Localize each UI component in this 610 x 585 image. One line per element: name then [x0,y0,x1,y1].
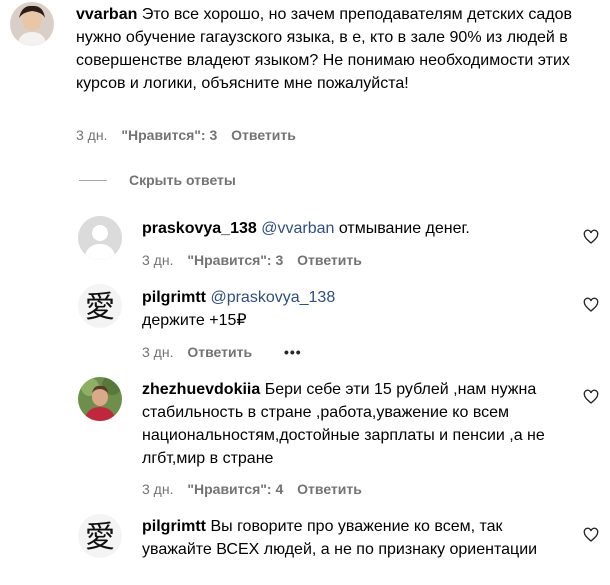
divider [79,179,107,181]
reply-button[interactable]: Ответить [297,481,362,497]
hide-replies-label: Скрыть ответы [129,172,236,188]
comment-meta: 3 дн. "Нравится": 3 Ответить [142,252,372,268]
likes-count[interactable]: "Нравится": 4 [187,481,283,497]
comment-meta: 3 дн. "Нравится": 4 Ответить [142,481,372,497]
more-options-icon[interactable]: ••• [284,344,302,360]
reply-button[interactable]: Ответить [187,344,252,360]
mention-link[interactable]: @praskovya_138 [210,289,335,306]
comment-meta: 3 дн. Ответить ••• [142,344,312,360]
hide-replies-button[interactable]: Скрыть ответы [79,172,236,188]
likes-count[interactable]: "Нравится": 3 [121,127,217,143]
likes-count[interactable]: "Нравится": 3 [187,252,283,268]
comment-text: Это все хорошо, но зачем преподавателям … [76,6,572,92]
timestamp[interactable]: 3 дн. [142,481,173,497]
comment-body: pilgrimtt Вы говорите про уважение ко вс… [142,515,572,561]
username[interactable]: pilgrimtt [142,289,206,306]
comment-body: praskovya_138 @vvarban отмывание денег. [142,217,572,240]
username[interactable]: vvarban [76,6,137,23]
heart-icon[interactable] [583,389,599,405]
svg-text:愛: 愛 [85,290,115,325]
reply-button[interactable]: Ответить [231,127,296,143]
comment-text: держите +15₽ [142,312,247,329]
avatar[interactable] [78,377,122,421]
username[interactable]: pilgrimtt [142,518,206,535]
avatar[interactable] [10,2,54,46]
username[interactable]: zhezhuevdokiia [142,381,260,398]
comment-text: отмывание денег. [338,220,470,237]
reply-button[interactable]: Ответить [297,252,362,268]
heart-icon[interactable] [583,229,599,245]
svg-text:愛: 愛 [85,520,115,555]
avatar[interactable]: 愛 [78,284,122,328]
avatar[interactable] [78,216,122,260]
comment-body: pilgrimtt @praskovya_138 держите +15₽ [142,286,572,332]
comment-meta: 3 дн. "Нравится": 3 Ответить [76,127,306,143]
username[interactable]: praskovya_138 [142,220,257,237]
mention-link[interactable]: @vvarban [261,220,334,237]
heart-icon[interactable] [583,297,599,313]
timestamp[interactable]: 3 дн. [76,127,107,143]
timestamp[interactable]: 3 дн. [142,252,173,268]
comment-body: zhezhuevdokiia Бери себе эти 15 рублей ,… [142,378,572,470]
comment-body: vvarban Это все хорошо, но зачем препода… [76,3,576,95]
timestamp[interactable]: 3 дн. [142,344,173,360]
heart-icon[interactable] [583,527,599,543]
avatar[interactable]: 愛 [78,514,122,558]
